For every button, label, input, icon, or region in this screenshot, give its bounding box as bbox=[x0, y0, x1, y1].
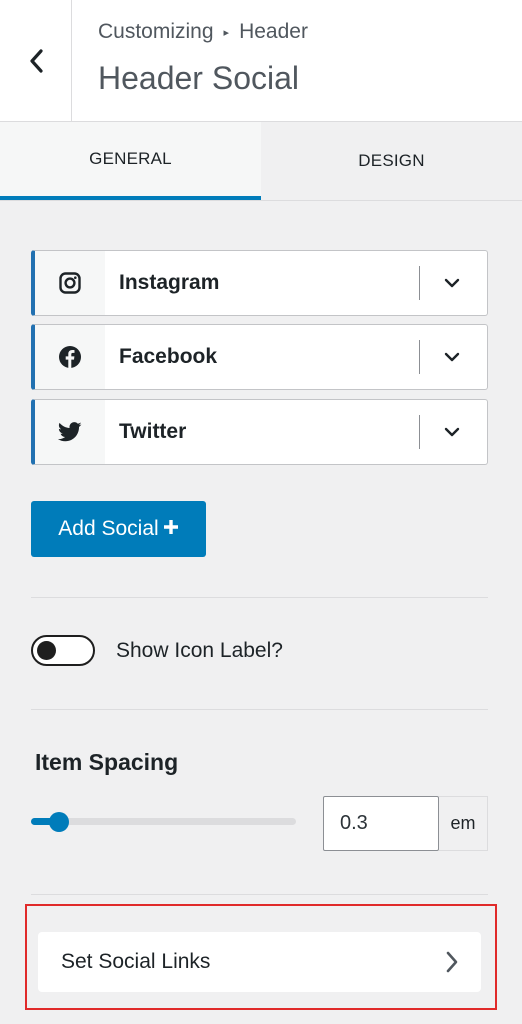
social-item-label: Instagram bbox=[119, 271, 220, 294]
social-item-label: Twitter bbox=[119, 420, 187, 443]
social-item-instagram[interactable]: Instagram bbox=[31, 250, 488, 316]
toggle-knob bbox=[37, 641, 56, 660]
facebook-icon bbox=[59, 346, 81, 368]
social-icon-box bbox=[35, 400, 105, 464]
show-icon-label-toggle[interactable] bbox=[31, 635, 95, 666]
divider bbox=[31, 894, 488, 895]
tab-design[interactable]: DESIGN bbox=[261, 122, 522, 200]
plus-icon bbox=[163, 520, 178, 534]
tab-general[interactable]: GENERAL bbox=[0, 122, 261, 200]
chevron-down-icon[interactable] bbox=[442, 347, 462, 367]
breadcrumb: Customizing ▸ Header bbox=[98, 20, 308, 44]
add-social-button[interactable]: Add Social bbox=[31, 501, 206, 557]
chevron-right-icon bbox=[446, 951, 458, 973]
social-icon-box bbox=[35, 325, 105, 389]
chevron-down-icon[interactable] bbox=[442, 273, 462, 293]
set-social-links-button[interactable]: Set Social Links bbox=[38, 932, 481, 992]
page-title: Header Social bbox=[98, 60, 299, 96]
divider bbox=[31, 597, 488, 598]
back-button[interactable] bbox=[0, 0, 72, 122]
social-icon-box bbox=[35, 251, 105, 315]
social-item-twitter[interactable]: Twitter bbox=[31, 399, 488, 465]
social-item-facebook[interactable]: Facebook bbox=[31, 324, 488, 390]
chevron-down-icon[interactable] bbox=[442, 422, 462, 442]
set-social-links-label: Set Social Links bbox=[61, 950, 211, 973]
item-spacing-slider-track[interactable] bbox=[31, 818, 296, 825]
item-spacing-unit: em bbox=[439, 796, 488, 851]
item-spacing-title: Item Spacing bbox=[35, 749, 179, 775]
toggle-label: Show Icon Label? bbox=[116, 639, 283, 662]
divider bbox=[31, 709, 488, 710]
social-item-label: Facebook bbox=[119, 345, 218, 368]
add-social-label: Add Social bbox=[58, 517, 159, 540]
item-spacing-input[interactable]: 0.3 bbox=[323, 796, 439, 851]
divider bbox=[419, 266, 420, 300]
instagram-icon bbox=[59, 272, 81, 294]
divider bbox=[419, 415, 420, 449]
twitter-icon bbox=[58, 422, 82, 442]
divider bbox=[419, 340, 420, 374]
slider-handle[interactable] bbox=[49, 812, 69, 832]
tab-bar: GENERAL DESIGN bbox=[0, 122, 522, 201]
breadcrumb-separator: ▸ bbox=[223, 26, 230, 39]
breadcrumb-current: Header bbox=[239, 20, 308, 43]
panel-header: Customizing ▸ Header Header Social bbox=[0, 0, 522, 122]
breadcrumb-parent: Customizing bbox=[98, 20, 214, 43]
chevron-left-icon bbox=[29, 49, 43, 73]
